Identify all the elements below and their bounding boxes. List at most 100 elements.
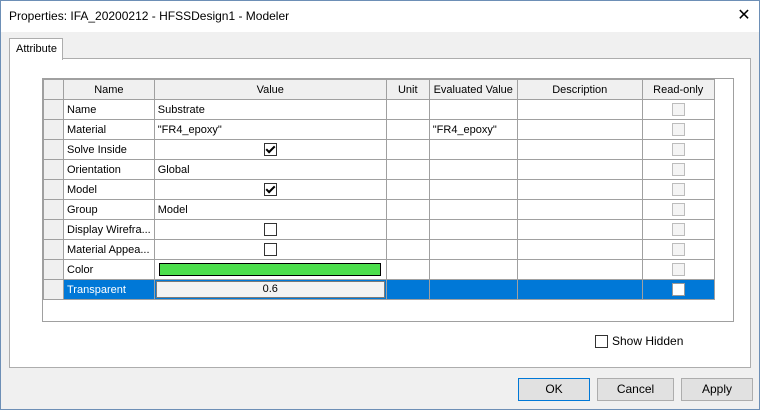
property-name: Model [63, 179, 155, 200]
read-only-checkbox[interactable] [671, 143, 685, 156]
cancel-button[interactable]: Cancel [597, 378, 674, 401]
read-only-checkbox[interactable] [671, 283, 685, 296]
property-evaluated-value [428, 179, 518, 200]
attribute-panel: Name Value Unit Evaluated Value Descript… [9, 58, 751, 368]
property-description[interactable] [516, 139, 643, 160]
read-only-checkbox[interactable] [671, 223, 685, 236]
column-header-value[interactable]: Value [153, 79, 387, 100]
property-value[interactable] [153, 219, 387, 240]
property-description[interactable] [516, 159, 643, 180]
table-row[interactable]: Color [43, 259, 715, 280]
header-row: Name Value Unit Evaluated Value Descript… [43, 79, 715, 100]
property-value[interactable] [153, 259, 387, 280]
read-only-checkbox[interactable] [671, 243, 685, 256]
table-row[interactable]: Material "FR4_epoxy" "FR4_epoxy" [43, 119, 715, 140]
color-swatch[interactable] [159, 263, 382, 276]
apply-button[interactable]: Apply [681, 378, 753, 401]
property-description[interactable] [516, 199, 643, 220]
row-header[interactable] [43, 179, 64, 200]
ok-button[interactable]: OK [518, 378, 590, 401]
property-description[interactable] [516, 119, 643, 140]
read-only-checkbox[interactable] [671, 123, 685, 136]
column-header-description[interactable]: Description [516, 79, 643, 100]
property-value[interactable]: Global [153, 159, 387, 180]
row-header[interactable] [43, 259, 64, 280]
property-description[interactable] [516, 219, 643, 240]
table-row[interactable]: Model [43, 179, 715, 200]
property-value[interactable]: Model [153, 199, 387, 220]
tab-attribute[interactable]: Attribute [9, 38, 63, 60]
transparent-value-input[interactable]: 0.6 [155, 281, 385, 298]
property-unit [385, 159, 430, 180]
row-header[interactable] [43, 279, 64, 300]
show-hidden-label: Show Hidden [612, 334, 684, 348]
read-only-cell [641, 99, 715, 120]
property-evaluated-value [428, 139, 518, 160]
row-header[interactable] [43, 139, 64, 160]
close-icon[interactable]: ✕ [729, 3, 759, 29]
show-hidden-checkbox[interactable] [595, 335, 608, 349]
cancel-button-label: Cancel [616, 382, 655, 396]
property-unit [385, 179, 430, 200]
property-description[interactable] [516, 279, 643, 300]
property-description[interactable] [516, 179, 643, 200]
property-name: Display Wirefra... [63, 219, 155, 240]
table-row[interactable]: Orientation Global [43, 159, 715, 180]
property-table: Name Value Unit Evaluated Value Descript… [43, 79, 715, 300]
row-header[interactable] [43, 159, 64, 180]
read-only-cell [641, 159, 715, 180]
read-only-checkbox[interactable] [671, 163, 685, 176]
row-header[interactable] [43, 219, 64, 240]
property-evaluated-value [428, 259, 518, 280]
read-only-checkbox[interactable] [671, 103, 685, 116]
column-header-unit[interactable]: Unit [385, 79, 430, 100]
table-row[interactable]: Group Model [43, 199, 715, 220]
material-appearance-checkbox[interactable] [263, 243, 277, 256]
property-unit [385, 219, 430, 240]
show-hidden-option[interactable]: Show Hidden [595, 334, 684, 349]
table-row[interactable]: Display Wirefra... [43, 219, 715, 240]
read-only-checkbox[interactable] [671, 263, 685, 276]
read-only-cell [641, 259, 715, 280]
property-value[interactable]: Substrate [153, 99, 387, 120]
row-header[interactable] [43, 99, 64, 120]
tab-attribute-label: Attribute [16, 43, 57, 55]
property-unit [385, 199, 430, 220]
table-row[interactable]: Material Appea... [43, 239, 715, 260]
property-unit [385, 279, 430, 300]
property-description[interactable] [516, 259, 643, 280]
read-only-cell [641, 119, 715, 140]
property-value[interactable] [153, 239, 387, 260]
row-header[interactable] [43, 239, 64, 260]
property-description[interactable] [516, 239, 643, 260]
table-row-selected[interactable]: Transparent 0.6 [43, 279, 715, 300]
apply-button-label: Apply [701, 382, 733, 396]
property-name: Transparent [63, 279, 155, 300]
read-only-checkbox[interactable] [671, 203, 685, 216]
property-description[interactable] [516, 99, 643, 120]
read-only-checkbox[interactable] [671, 183, 685, 196]
table-row[interactable]: Name Substrate [43, 99, 715, 120]
read-only-cell [641, 199, 715, 220]
property-name: Material [63, 119, 155, 140]
property-value[interactable] [153, 179, 387, 200]
solve-inside-checkbox[interactable] [263, 143, 277, 156]
column-header-read-only[interactable]: Read-only [641, 79, 715, 100]
property-unit [385, 99, 430, 120]
property-unit [385, 239, 430, 260]
column-header-evaluated-value[interactable]: Evaluated Value [428, 79, 518, 100]
row-header[interactable] [43, 119, 64, 140]
read-only-cell [641, 139, 715, 160]
table-row[interactable]: Solve Inside [43, 139, 715, 160]
property-value[interactable] [153, 139, 387, 160]
property-value[interactable]: "FR4_epoxy" [153, 119, 387, 140]
property-value[interactable]: 0.6 [153, 279, 387, 300]
property-grid: Name Value Unit Evaluated Value Descript… [42, 78, 734, 322]
row-header[interactable] [43, 199, 64, 220]
property-name: Color [63, 259, 155, 280]
property-evaluated-value [428, 239, 518, 260]
column-header-name[interactable]: Name [63, 79, 155, 100]
display-wireframe-checkbox[interactable] [263, 223, 277, 236]
read-only-cell [641, 239, 715, 260]
model-checkbox[interactable] [263, 183, 277, 196]
